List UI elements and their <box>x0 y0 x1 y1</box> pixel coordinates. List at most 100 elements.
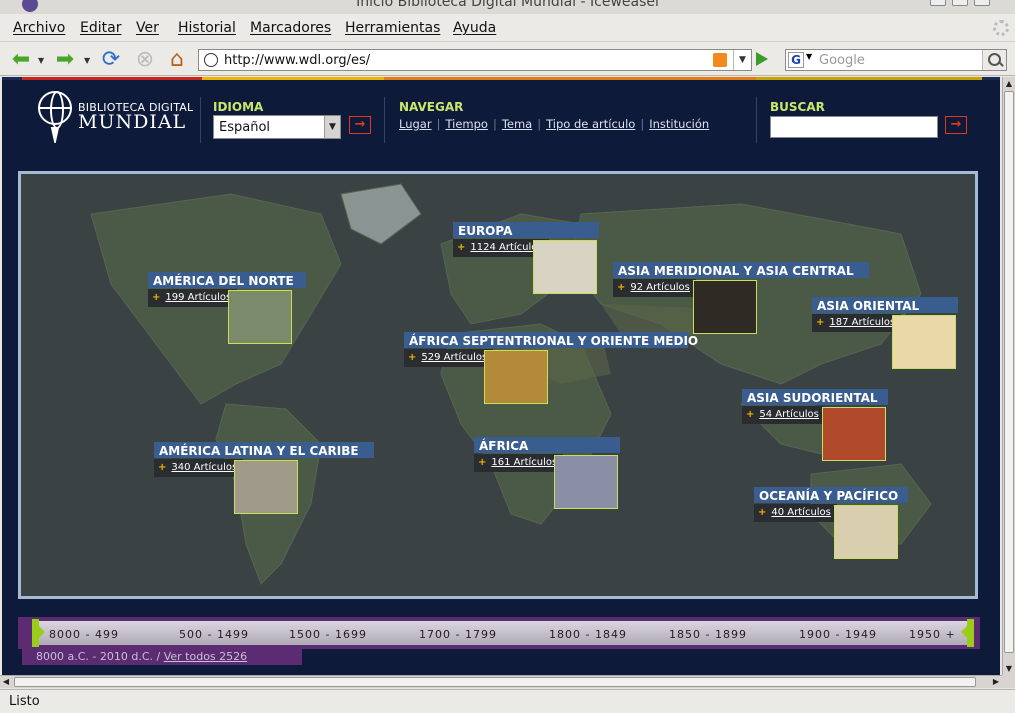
search-placeholder[interactable]: Google <box>819 53 865 68</box>
language-select[interactable]: Español ▼ <box>213 115 341 139</box>
region-count[interactable]: +187 Artículos <box>812 314 902 332</box>
timeline-period[interactable]: 1950 + <box>909 628 956 641</box>
region-thumbnail[interactable] <box>234 460 298 514</box>
region-thumbnail[interactable] <box>533 240 597 294</box>
link-tiempo[interactable]: Tiempo <box>445 117 487 131</box>
region-thumbnail[interactable] <box>693 280 757 334</box>
region-title[interactable]: ASIA SUDORIENTAL <box>742 389 888 405</box>
minimize-icon[interactable] <box>930 0 946 6</box>
region-title[interactable]: EUROPA <box>453 222 599 238</box>
timeline-period[interactable]: 500 - 1499 <box>179 628 249 641</box>
view-all-link[interactable]: Ver todos 2526 <box>164 650 247 663</box>
scroll-up-icon[interactable]: ▲ <box>1003 77 1015 90</box>
region-title[interactable]: ÁFRICA <box>474 437 620 453</box>
web-search-box[interactable]: G ▼ Google <box>785 49 1007 71</box>
search-engine-icon[interactable]: G <box>788 52 804 68</box>
status-bar: Listo <box>0 689 1015 713</box>
region-title[interactable]: OCEANÍA Y PACÍFICO <box>754 487 908 503</box>
search-go-button[interactable]: → <box>945 116 967 134</box>
chevron-down-icon[interactable]: ▼ <box>324 116 340 138</box>
region-thumbnail[interactable] <box>228 290 292 344</box>
search-engine-dropdown-icon[interactable]: ▼ <box>806 52 812 61</box>
link-separator: | <box>537 117 542 131</box>
link-institucion[interactable]: Institución <box>649 117 709 131</box>
scroll-thumb[interactable] <box>1004 91 1014 653</box>
link-tipo-articulo[interactable]: Tipo de artículo <box>546 117 635 131</box>
language-go-button[interactable]: → <box>349 116 371 134</box>
url-history-dropdown-icon[interactable]: ▼ <box>733 50 751 70</box>
wdl-logo[interactable]: BIBLIOTECA DIGITAL MUNDIAL <box>38 91 193 151</box>
region-thumbnail[interactable] <box>822 407 886 461</box>
site-globe-icon <box>204 53 218 67</box>
horizontal-scrollbar[interactable]: ◀ ▶ <box>0 675 1002 688</box>
region-title[interactable]: ASIA MERIDIONAL Y ASIA CENTRAL <box>613 262 869 278</box>
scroll-down-icon[interactable]: ▼ <box>1003 662 1015 675</box>
menu-ayuda[interactable]: Ayuda <box>453 20 496 36</box>
language-value[interactable]: Español <box>219 120 270 135</box>
header-divider <box>384 97 385 143</box>
menu-editar[interactable]: Editar <box>80 20 121 36</box>
menu-herramientas[interactable]: Herramientas <box>345 20 440 36</box>
back-icon[interactable]: ⬅ <box>8 46 34 72</box>
site-search-input[interactable] <box>770 116 938 138</box>
region-thumbnail[interactable] <box>834 505 898 559</box>
back-history-dropdown-icon[interactable]: ▼ <box>38 56 44 65</box>
reload-icon[interactable]: ⟳ <box>98 46 124 72</box>
timeline-end-handle[interactable] <box>967 619 974 647</box>
browse-links: Lugar | Tiempo | Tema | Tipo de artículo | I… <box>399 117 709 131</box>
region-title[interactable]: ÁFRICA SEPTENTRIONAL Y ORIENTE MEDIO <box>404 332 698 348</box>
search-icon[interactable] <box>982 50 1006 70</box>
window-title: Inicio Biblioteca Digital Mundial - Icew… <box>356 0 659 10</box>
world-map[interactable]: EUROPA +1124 Artículos ASIA MERIDIONAL Y… <box>18 171 978 599</box>
region-count[interactable]: +54 Artículos <box>742 406 825 424</box>
region-thumbnail[interactable] <box>484 350 548 404</box>
menu-archivo[interactable]: Archivo <box>13 20 65 36</box>
region-title[interactable]: ASIA ORIENTAL <box>812 297 958 313</box>
forward-icon[interactable]: ➡ <box>52 46 78 72</box>
scroll-corner <box>1002 675 1015 688</box>
scroll-right-icon[interactable]: ▶ <box>990 676 1002 689</box>
timeline-period[interactable]: 8000 - 499 <box>49 628 119 641</box>
timeline-period[interactable]: 1900 - 1949 <box>799 628 877 641</box>
region-count[interactable]: +529 Artículos <box>404 349 494 367</box>
throbber-icon <box>993 20 1009 36</box>
region-count[interactable]: +92 Artículos <box>613 279 696 297</box>
region-count[interactable]: +161 Artículos <box>474 454 564 472</box>
stop-icon[interactable]: ⊗ <box>132 46 158 72</box>
scroll-thumb[interactable] <box>14 677 976 687</box>
maximize-icon[interactable] <box>952 0 968 6</box>
link-tema[interactable]: Tema <box>502 117 532 131</box>
timeline-period[interactable]: 1850 - 1899 <box>669 628 747 641</box>
menu-historial[interactable]: Historial <box>178 20 236 36</box>
go-arrow-icon[interactable] <box>756 52 768 66</box>
timeline-range: 8000 a.C. - 2010 d.C. / Ver todos 2526 <box>22 647 302 665</box>
vertical-scrollbar[interactable]: ▲ ▼ <box>1002 77 1015 675</box>
timeline-period[interactable]: 1800 - 1849 <box>549 628 627 641</box>
link-lugar[interactable]: Lugar <box>399 117 432 131</box>
region-title[interactable]: AMÉRICA DEL NORTE <box>148 272 306 288</box>
scroll-left-icon[interactable]: ◀ <box>0 676 12 689</box>
region-count[interactable]: +199 Artículos <box>148 289 238 307</box>
url-bar[interactable]: http://www.wdl.org/es/ ▼ <box>198 49 752 71</box>
rss-feed-icon[interactable] <box>713 53 727 67</box>
menu-marcadores[interactable]: Marcadores <box>250 20 331 36</box>
close-icon[interactable] <box>974 0 990 6</box>
timeline: 8000 - 499 500 - 1499 1500 - 1699 1700 -… <box>18 617 980 665</box>
timeline-start-handle[interactable] <box>32 619 39 647</box>
link-separator: | <box>492 117 497 131</box>
header-divider <box>200 97 201 143</box>
header-divider <box>756 97 757 143</box>
region-thumbnail[interactable] <box>892 315 956 369</box>
forward-history-dropdown-icon[interactable]: ▼ <box>84 56 90 65</box>
region-thumbnail[interactable] <box>554 455 618 509</box>
menu-ver[interactable]: Ver <box>136 20 159 36</box>
url-text[interactable]: http://www.wdl.org/es/ <box>224 53 370 68</box>
region-count[interactable]: +340 Artículos <box>154 459 244 477</box>
region-title[interactable]: AMÉRICA LATINA Y EL CARIBE <box>154 442 374 458</box>
timeline-period[interactable]: 1700 - 1799 <box>419 628 497 641</box>
region-count[interactable]: +40 Artículos <box>754 504 837 522</box>
timeline-end-arrow-icon[interactable] <box>961 626 967 638</box>
timeline-period[interactable]: 1500 - 1699 <box>289 628 367 641</box>
timeline-start-arrow-icon[interactable] <box>39 626 45 638</box>
home-icon[interactable]: ⌂ <box>164 46 190 72</box>
